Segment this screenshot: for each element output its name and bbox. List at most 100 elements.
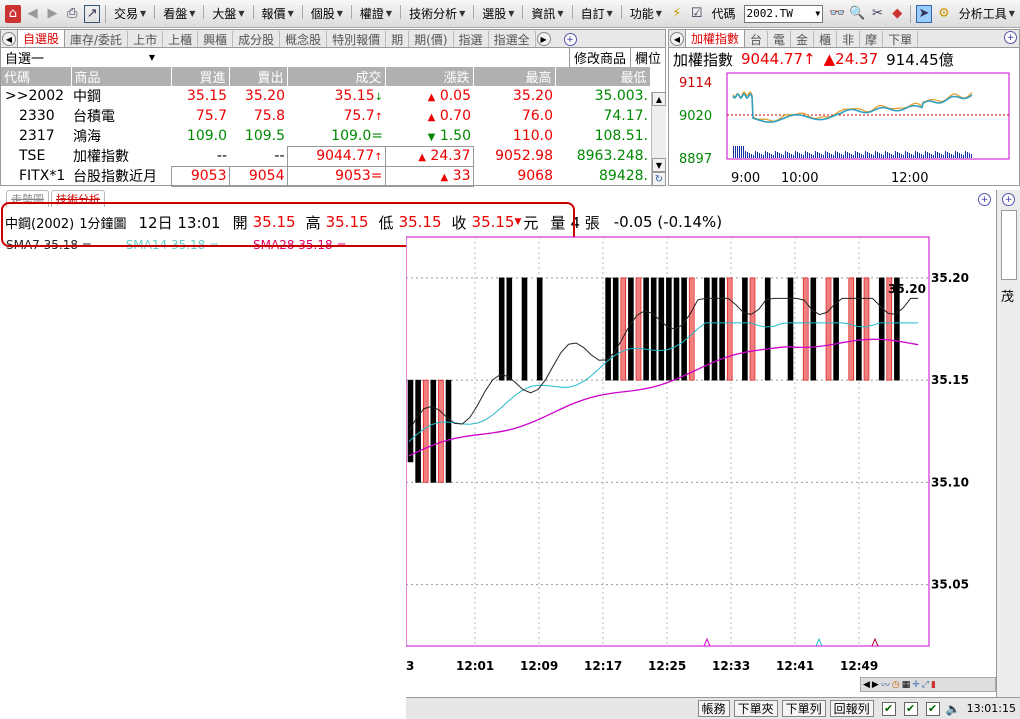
- tab-next-icon[interactable]: ▶: [536, 32, 551, 46]
- column-header[interactable]: 賣出: [229, 67, 288, 86]
- chevron-down-icon[interactable]: ▼: [149, 53, 155, 62]
- menu-0[interactable]: 交易 ▼: [109, 5, 151, 22]
- expand-icon[interactable]: ↗: [84, 4, 101, 23]
- tab-index-7[interactable]: 下單: [883, 31, 919, 47]
- index-volume-bar: [819, 153, 820, 158]
- tab-quote-8[interactable]: 期: [386, 31, 410, 47]
- table-row[interactable]: FITX*1 台股指數近月 9053 9054 9053= ▲ 33 9068 89428.: [1, 165, 650, 187]
- column-header[interactable]: 漲跌: [385, 67, 474, 86]
- table-row[interactable]: >>2002 中鋼 35.15 35.20 35.15↓ ▲ 0.05 35.20 35.00…: [1, 86, 650, 106]
- tab-quote-2[interactable]: 上市: [128, 31, 164, 47]
- menu-5[interactable]: 權證 ▼: [355, 5, 397, 22]
- index-volume-bar: [869, 153, 870, 158]
- tag-icon[interactable]: ◆: [889, 5, 905, 23]
- side-scroll[interactable]: [1001, 210, 1017, 280]
- analysis-tools-menu[interactable]: 分析工具 ▼: [954, 5, 1020, 22]
- columns-button[interactable]: 欄位: [629, 48, 665, 67]
- print-icon[interactable]: ⎙: [64, 5, 80, 23]
- scroll-down-icon[interactable]: ▼: [652, 158, 666, 172]
- tab-index-1[interactable]: 台: [745, 31, 769, 47]
- report-bar-button[interactable]: 回報列: [829, 700, 874, 717]
- tab-index-2[interactable]: 電: [768, 31, 792, 47]
- x-tick-label: 12:25: [648, 659, 686, 673]
- cursor-icon[interactable]: ➤: [915, 4, 932, 23]
- column-header[interactable]: 商品: [71, 67, 172, 86]
- tab-quote-5[interactable]: 成分股: [233, 31, 281, 47]
- column-header[interactable]: 買進: [171, 67, 230, 86]
- search-icon[interactable]: 🔍: [849, 5, 865, 23]
- binoculars-icon[interactable]: 👓: [829, 5, 845, 23]
- chevron-down-icon[interactable]: ▼: [815, 9, 820, 18]
- menu-7[interactable]: 選股 ▼: [477, 5, 519, 22]
- scroll-up-icon[interactable]: ▲: [652, 92, 666, 106]
- clock-icon[interactable]: ◷: [892, 680, 900, 690]
- bar-chart-icon[interactable]: ▮: [931, 680, 936, 690]
- menu-1[interactable]: 看盤 ▼: [158, 5, 200, 22]
- quote-scrollbar[interactable]: ▲ ▼ ↻: [651, 92, 666, 187]
- home-icon[interactable]: ⌂: [5, 4, 21, 23]
- menu-4[interactable]: 個股 ▼: [306, 5, 348, 22]
- tab-quote-1[interactable]: 庫存/委託: [65, 31, 129, 47]
- tab-index-3[interactable]: 金: [791, 31, 815, 47]
- index-volume-bar: [779, 153, 780, 158]
- scroll-track[interactable]: [652, 106, 666, 158]
- zoom-icon[interactable]: +: [1004, 31, 1017, 44]
- column-header[interactable]: 最高: [473, 67, 556, 86]
- line-chart-icon[interactable]: 〰: [881, 678, 890, 691]
- group-select[interactable]: 自選一 ▼: [5, 48, 155, 67]
- menu-3[interactable]: 報價 ▼: [257, 5, 299, 22]
- tab-quote-9[interactable]: 期(價): [409, 31, 454, 47]
- menu-9[interactable]: 自訂 ▼: [576, 5, 618, 22]
- account-button[interactable]: 帳務: [697, 700, 730, 717]
- checklist-icon[interactable]: ☑: [689, 5, 705, 23]
- menu-8[interactable]: 資訊 ▼: [526, 5, 568, 22]
- tab-prev-icon[interactable]: ◀: [2, 32, 16, 46]
- tab-quote-6[interactable]: 概念股: [280, 31, 328, 47]
- crosshair-icon[interactable]: ✛: [912, 680, 920, 690]
- analysis-icon[interactable]: ⚙: [936, 5, 952, 23]
- index-volume-bar: [833, 155, 834, 158]
- menu-6[interactable]: 技術分析 ▼: [404, 5, 470, 22]
- tab-quote-10[interactable]: 指選: [454, 31, 489, 47]
- check-icon[interactable]: ✔: [881, 701, 896, 716]
- menu-2[interactable]: 大盤 ▼: [207, 5, 249, 22]
- speaker-icon[interactable]: 🔈: [946, 702, 961, 716]
- table-row[interactable]: 2330 台積電 75.7 75.8 75.7↑ ▲ 0.70 76.0 74.17.: [1, 106, 650, 126]
- column-header[interactable]: 代碼: [1, 67, 72, 86]
- tab-quote-7[interactable]: 特別報價: [327, 31, 387, 47]
- check-icon[interactable]: ✔: [925, 701, 940, 716]
- edit-items-button[interactable]: 修改商品: [568, 48, 630, 67]
- tab-index-6[interactable]: 摩: [860, 31, 884, 47]
- tab-index-4[interactable]: 櫃: [814, 31, 838, 47]
- tab-prev-icon[interactable]: ◀: [670, 32, 684, 46]
- code-input[interactable]: 2002.TW ▼: [743, 4, 824, 23]
- order-folder-button[interactable]: 下單夾: [733, 700, 778, 717]
- back-icon[interactable]: ◀: [25, 5, 41, 23]
- table-row[interactable]: 2317 鴻海 109.0 109.5 109.0= ▼ 1.50 110.0 108.51.: [1, 126, 650, 146]
- forward-icon[interactable]: ▶: [45, 5, 61, 23]
- index-volume-bar: [745, 151, 746, 158]
- column-header[interactable]: 成交: [287, 67, 386, 86]
- fit-icon[interactable]: ⤢: [922, 680, 929, 690]
- order-bar-button[interactable]: 下單列: [781, 700, 826, 717]
- lightning-icon[interactable]: ⚡: [669, 5, 685, 23]
- tab-quote-3[interactable]: 上櫃: [163, 31, 199, 47]
- tab-quote-4[interactable]: 興櫃: [198, 31, 234, 47]
- tools-icon[interactable]: ✂: [870, 5, 886, 23]
- menu-10[interactable]: 功能 ▼: [625, 5, 667, 22]
- check-icon[interactable]: ✔: [903, 701, 918, 716]
- refresh-icon[interactable]: ↻: [652, 172, 666, 186]
- column-header[interactable]: 最低: [555, 67, 651, 86]
- zoom-icon[interactable]: +: [1002, 193, 1015, 206]
- scroll-left-icon[interactable]: ◀: [863, 680, 870, 690]
- scroll-right-icon[interactable]: ▶: [872, 680, 879, 690]
- tab-index-5[interactable]: 非: [837, 31, 861, 47]
- tab-quote-0[interactable]: 自選股: [17, 29, 66, 47]
- table-row[interactable]: TSE 加權指數 -- -- 9044.77↑ ▲ 24.37 9052.98 8963.24…: [1, 145, 650, 167]
- tab-quote-11[interactable]: 指選全: [489, 31, 536, 47]
- tab-index-0[interactable]: 加權指數: [685, 29, 746, 47]
- zoom-icon[interactable]: +: [563, 33, 577, 46]
- grid-icon[interactable]: ▦: [902, 680, 911, 690]
- zoom-icon[interactable]: +: [978, 193, 991, 206]
- cell-high: 76.0: [521, 108, 553, 124]
